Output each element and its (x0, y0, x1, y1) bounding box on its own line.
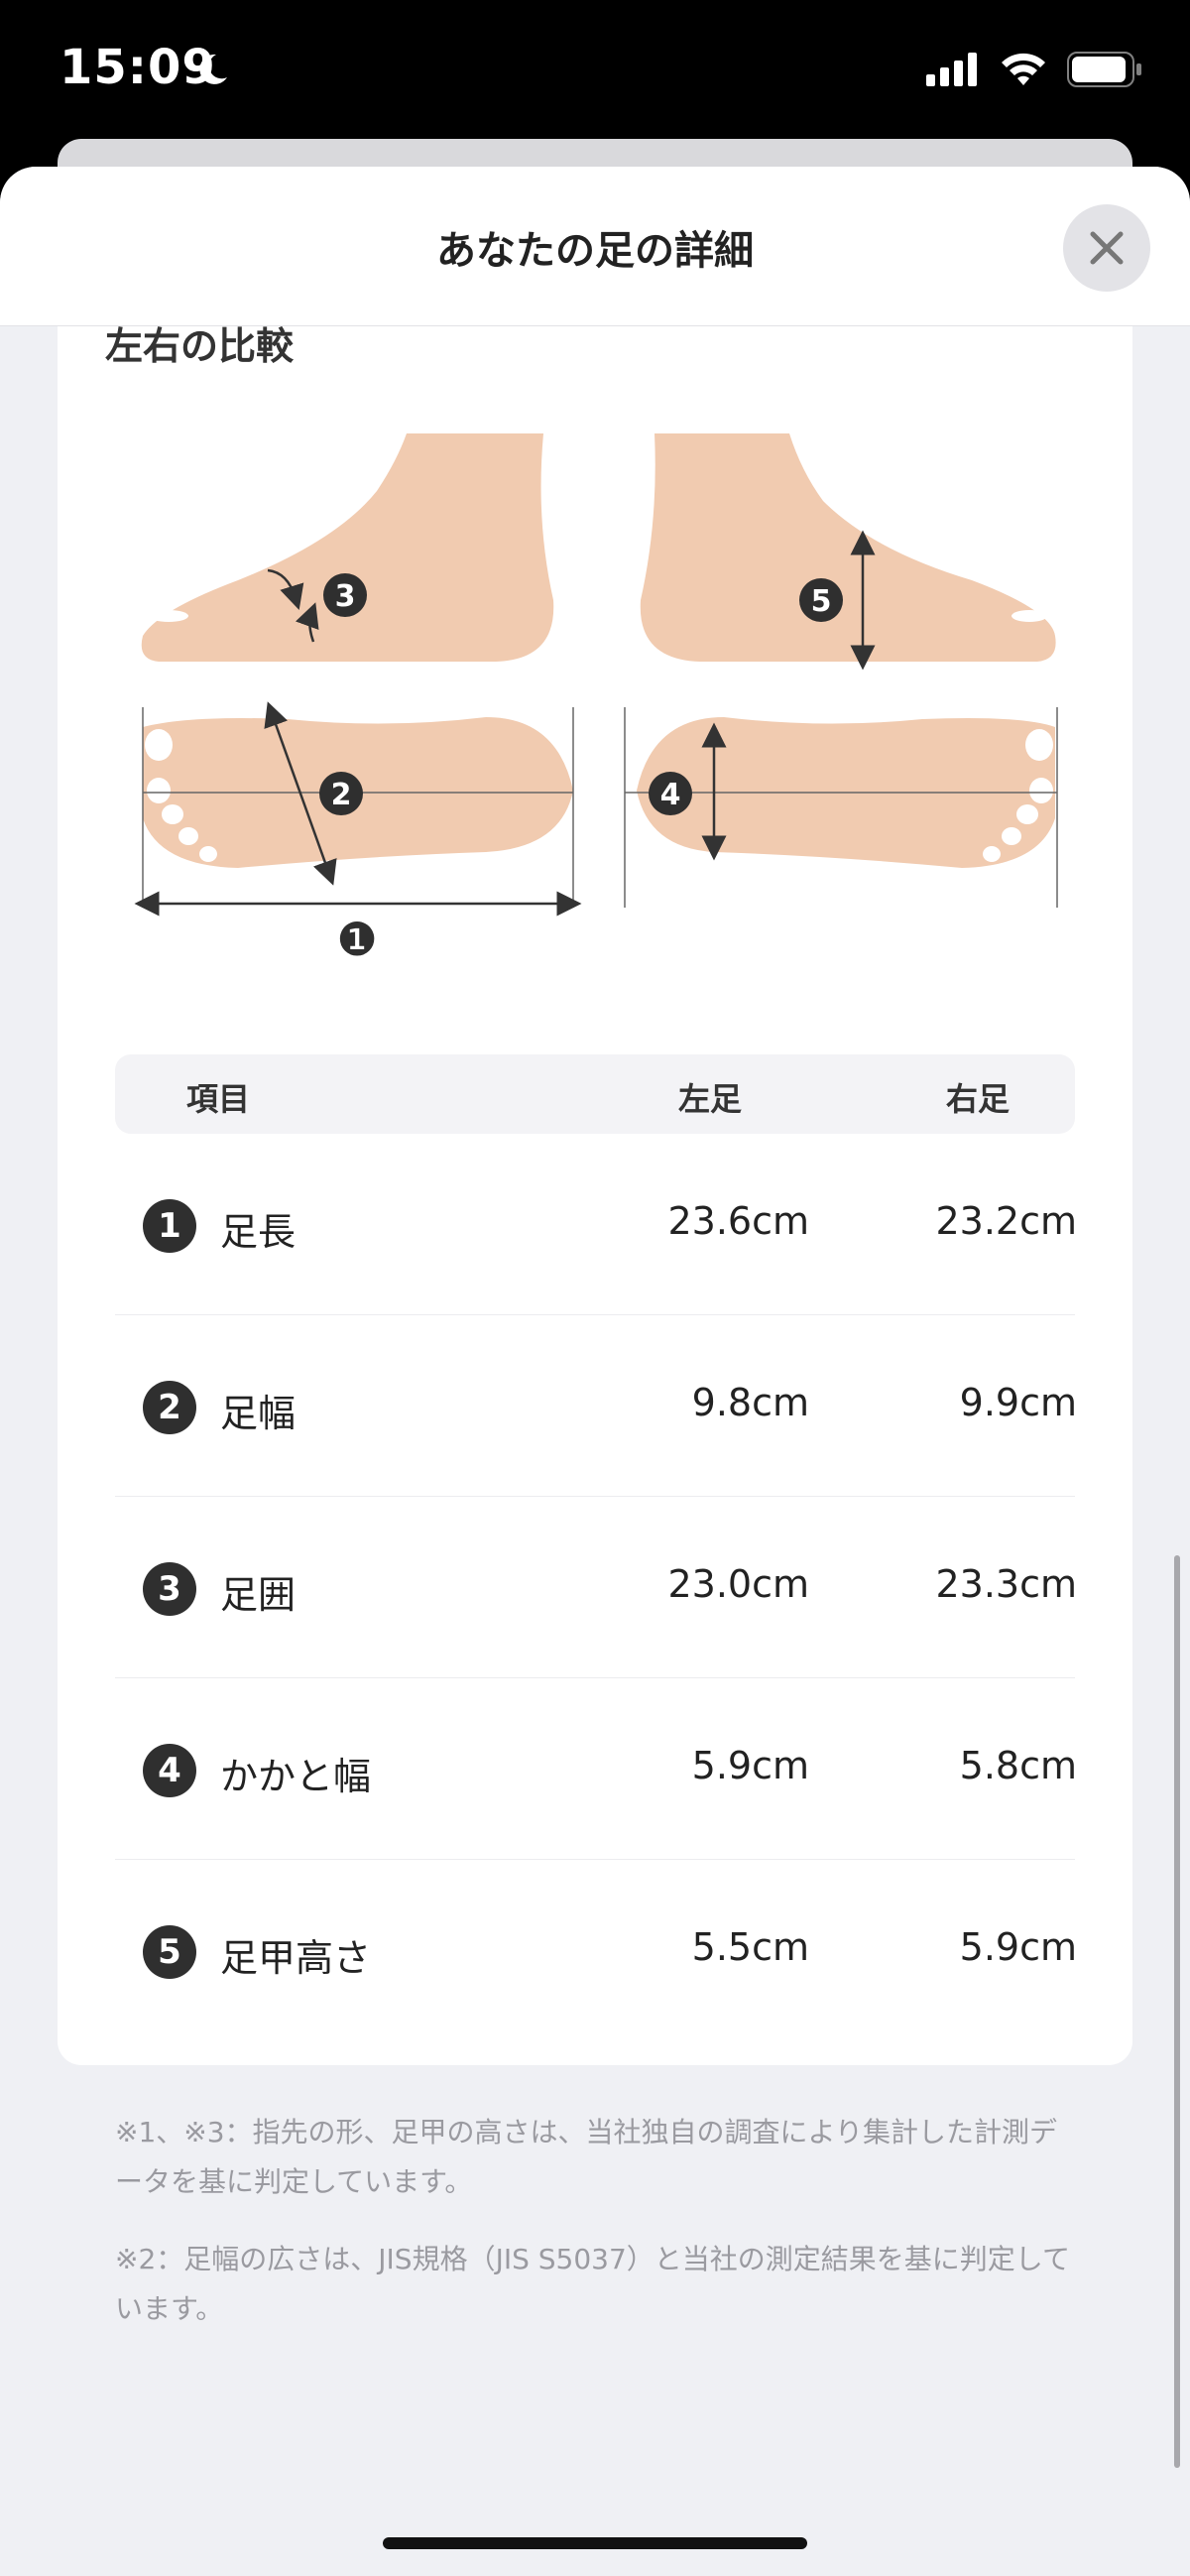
row-number-badge: 5 (143, 1925, 196, 1979)
marker-4-label: 4 (660, 778, 681, 812)
row-number-badge: 2 (143, 1381, 196, 1434)
table-body: 1 足長 23.6cm 23.2cm 2 足幅 9.8cm 9.9cm 3 足囲… (115, 1134, 1077, 2040)
wifi-icon (1002, 53, 1045, 85)
left-foot-value: 23.0cm (667, 1562, 809, 1606)
sheet-title: あなたの足の詳細 (436, 228, 754, 274)
close-button[interactable] (1063, 204, 1150, 292)
scrollbar[interactable] (1174, 1555, 1180, 2468)
table-header: 項目 左足 右足 (115, 1054, 1075, 1134)
row-label: かかと幅 (220, 1755, 372, 1798)
right-foot-value: 5.9cm (959, 1925, 1077, 1969)
do-not-disturb-moon-icon (199, 54, 227, 84)
status-bar: 15:09 (0, 0, 1190, 149)
right-foot-value: 23.3cm (935, 1562, 1077, 1606)
measurement-table: 項目 左足 右足 1 足長 23.6cm 23.2cm 2 足幅 9.8cm 9… (115, 1054, 1077, 2040)
right-foot-top-view: 4 (624, 707, 1058, 908)
footnote-1: ※1、※3：指先の形、足甲の高さは、当社独自の調査により集計した計測データを基に… (115, 2116, 1057, 2198)
right-foot-value: 23.2cm (935, 1199, 1077, 1243)
table-row: 2 足幅 9.8cm 9.9cm (115, 1315, 1077, 1497)
left-foot-value: 23.6cm (667, 1199, 809, 1243)
table-row: 4 かかと幅 5.9cm 5.8cm (115, 1678, 1077, 1860)
left-foot-value: 5.9cm (691, 1744, 809, 1787)
row-number-badge: 3 (143, 1562, 196, 1616)
row-label: 足囲 (220, 1573, 297, 1617)
left-foot-top-view: 2 ❶ (134, 701, 582, 966)
footnote-2: ※2：足幅の広さは、JIS規格（JIS S5037）と当社の測定結果を基に判定し… (115, 2243, 1070, 2325)
marker-1-label: ❶ (336, 913, 377, 966)
table-row: 5 足甲高さ 5.5cm 5.9cm (115, 1860, 1077, 2040)
marker-3-label: 3 (335, 579, 356, 614)
header-right-foot: 右足 (945, 1080, 1010, 1118)
header-item: 項目 (186, 1080, 251, 1118)
left-foot-side-view: 3 (141, 433, 554, 662)
right-foot-side-view: 5 (640, 433, 1056, 671)
left-foot-value: 5.5cm (691, 1925, 809, 1969)
marker-2-label: 2 (331, 778, 352, 812)
right-foot-value: 9.9cm (959, 1381, 1077, 1424)
left-foot-value: 9.8cm (691, 1381, 809, 1424)
sheet-header: あなたの足の詳細 (0, 167, 1190, 326)
home-indicator[interactable] (383, 2537, 807, 2549)
row-label: 足長 (220, 1210, 297, 1254)
status-time: 15:09 (60, 40, 216, 95)
row-label: 足幅 (220, 1392, 297, 1435)
header-left-foot: 左足 (677, 1080, 742, 1118)
status-icons (926, 52, 1142, 87)
row-label: 足甲高さ (220, 1936, 372, 1980)
row-number-badge: 4 (143, 1744, 196, 1797)
battery-icon (1067, 52, 1141, 87)
row-number-badge: 1 (143, 1199, 196, 1253)
right-foot-value: 5.8cm (959, 1744, 1077, 1787)
foot-measurement-diagram: 3 5 2 ❶ 4 (134, 433, 1058, 966)
table-row: 3 足囲 23.0cm 23.3cm (115, 1497, 1077, 1678)
table-row: 1 足長 23.6cm 23.2cm (115, 1134, 1077, 1315)
marker-5-label: 5 (811, 584, 832, 619)
cellular-signal-icon (926, 53, 977, 86)
close-icon (1090, 231, 1124, 265)
